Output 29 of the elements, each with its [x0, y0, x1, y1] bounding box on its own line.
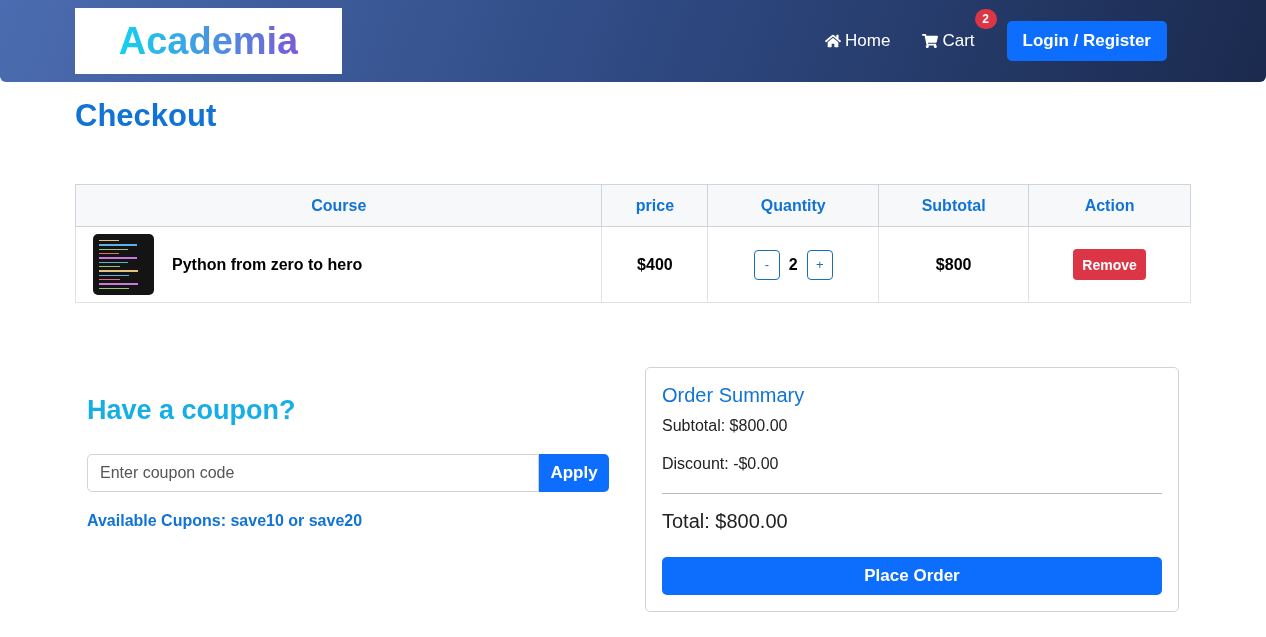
summary-title: Order Summary — [662, 384, 806, 407]
login-button[interactable]: Login / Register — [1006, 21, 1167, 61]
remove-button[interactable]: Remove — [1073, 249, 1146, 280]
column-header: Quantity — [707, 184, 879, 227]
summary-discount: Discount: -$0.00 — [662, 455, 780, 473]
apply-button[interactable]: Apply — [539, 454, 609, 492]
logo[interactable]: Academia — [75, 8, 342, 74]
cart-icon — [922, 33, 939, 49]
summary-subtotal: Subtotal: $800.00 — [662, 417, 789, 435]
place-order-button[interactable]: Place Order — [662, 557, 1162, 595]
course-thumbnail — [93, 234, 154, 295]
column-header: Action — [1028, 184, 1191, 227]
decrease-button[interactable]: - — [753, 249, 780, 280]
coupon-hint: Available Cupons: save10 or save20 — [87, 512, 364, 530]
column-header: price — [601, 184, 708, 227]
price-cell: $400 — [601, 226, 708, 303]
coupon-input[interactable]: Enter coupon code — [87, 454, 539, 492]
course-name: Python from zero to hero — [172, 255, 363, 274]
quantity-value: 2 — [788, 255, 798, 274]
page-title: Checkout — [75, 98, 218, 134]
column-header: Subtotal — [878, 184, 1029, 227]
coupon-heading: Have a coupon? — [87, 395, 297, 426]
cart-count-badge: 2 — [974, 9, 997, 29]
home-link[interactable]: Home — [825, 31, 891, 51]
subtotal-cell: $800 — [878, 226, 1029, 303]
home-icon — [825, 33, 842, 49]
column-header: Course — [75, 184, 602, 227]
increase-button[interactable]: + — [806, 249, 833, 280]
summary-total: Total: $800.00 — [662, 510, 789, 533]
